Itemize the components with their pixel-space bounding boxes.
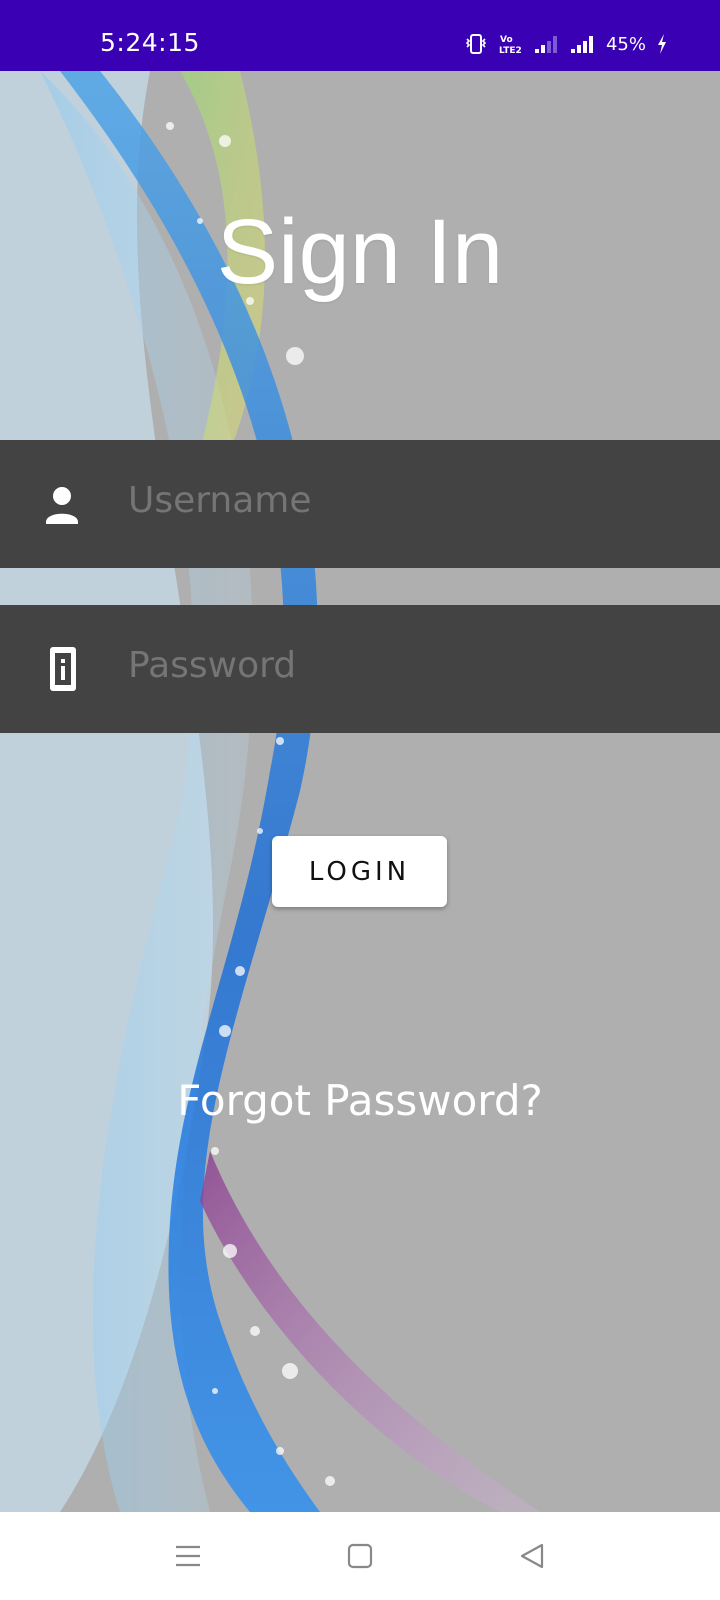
badge-icon [44,647,84,691]
home-icon[interactable] [336,1532,384,1580]
signal-icon [570,33,596,55]
login-screen: 5:24:15 Vo LTE2 45% Sign In Username LOG… [0,0,720,1600]
username-field[interactable] [0,440,720,568]
status-time: 5:24:15 [100,28,200,57]
person-icon [44,482,84,526]
svg-text:Vo: Vo [500,35,513,45]
status-icons: Vo LTE2 45% [464,30,668,58]
page-title: Sign In [216,201,504,303]
signal-icon [534,33,560,55]
login-button[interactable]: LOGIN [272,836,447,907]
svg-text:LTE2: LTE2 [499,46,522,55]
battery-percentage: 45% [605,33,646,55]
volte-icon: Vo LTE2 [498,33,524,55]
charging-icon [656,33,668,55]
username-input[interactable] [128,480,688,521]
back-icon[interactable] [508,1532,556,1580]
navigation-bar [0,1512,720,1600]
status-bar: 5:24:15 Vo LTE2 45% [0,0,720,71]
menu-icon[interactable] [164,1532,212,1580]
vibrate-icon [464,33,488,55]
forgot-password-link[interactable]: Forgot Password? [0,1076,720,1125]
password-input[interactable] [128,645,688,686]
password-field[interactable] [0,605,720,733]
